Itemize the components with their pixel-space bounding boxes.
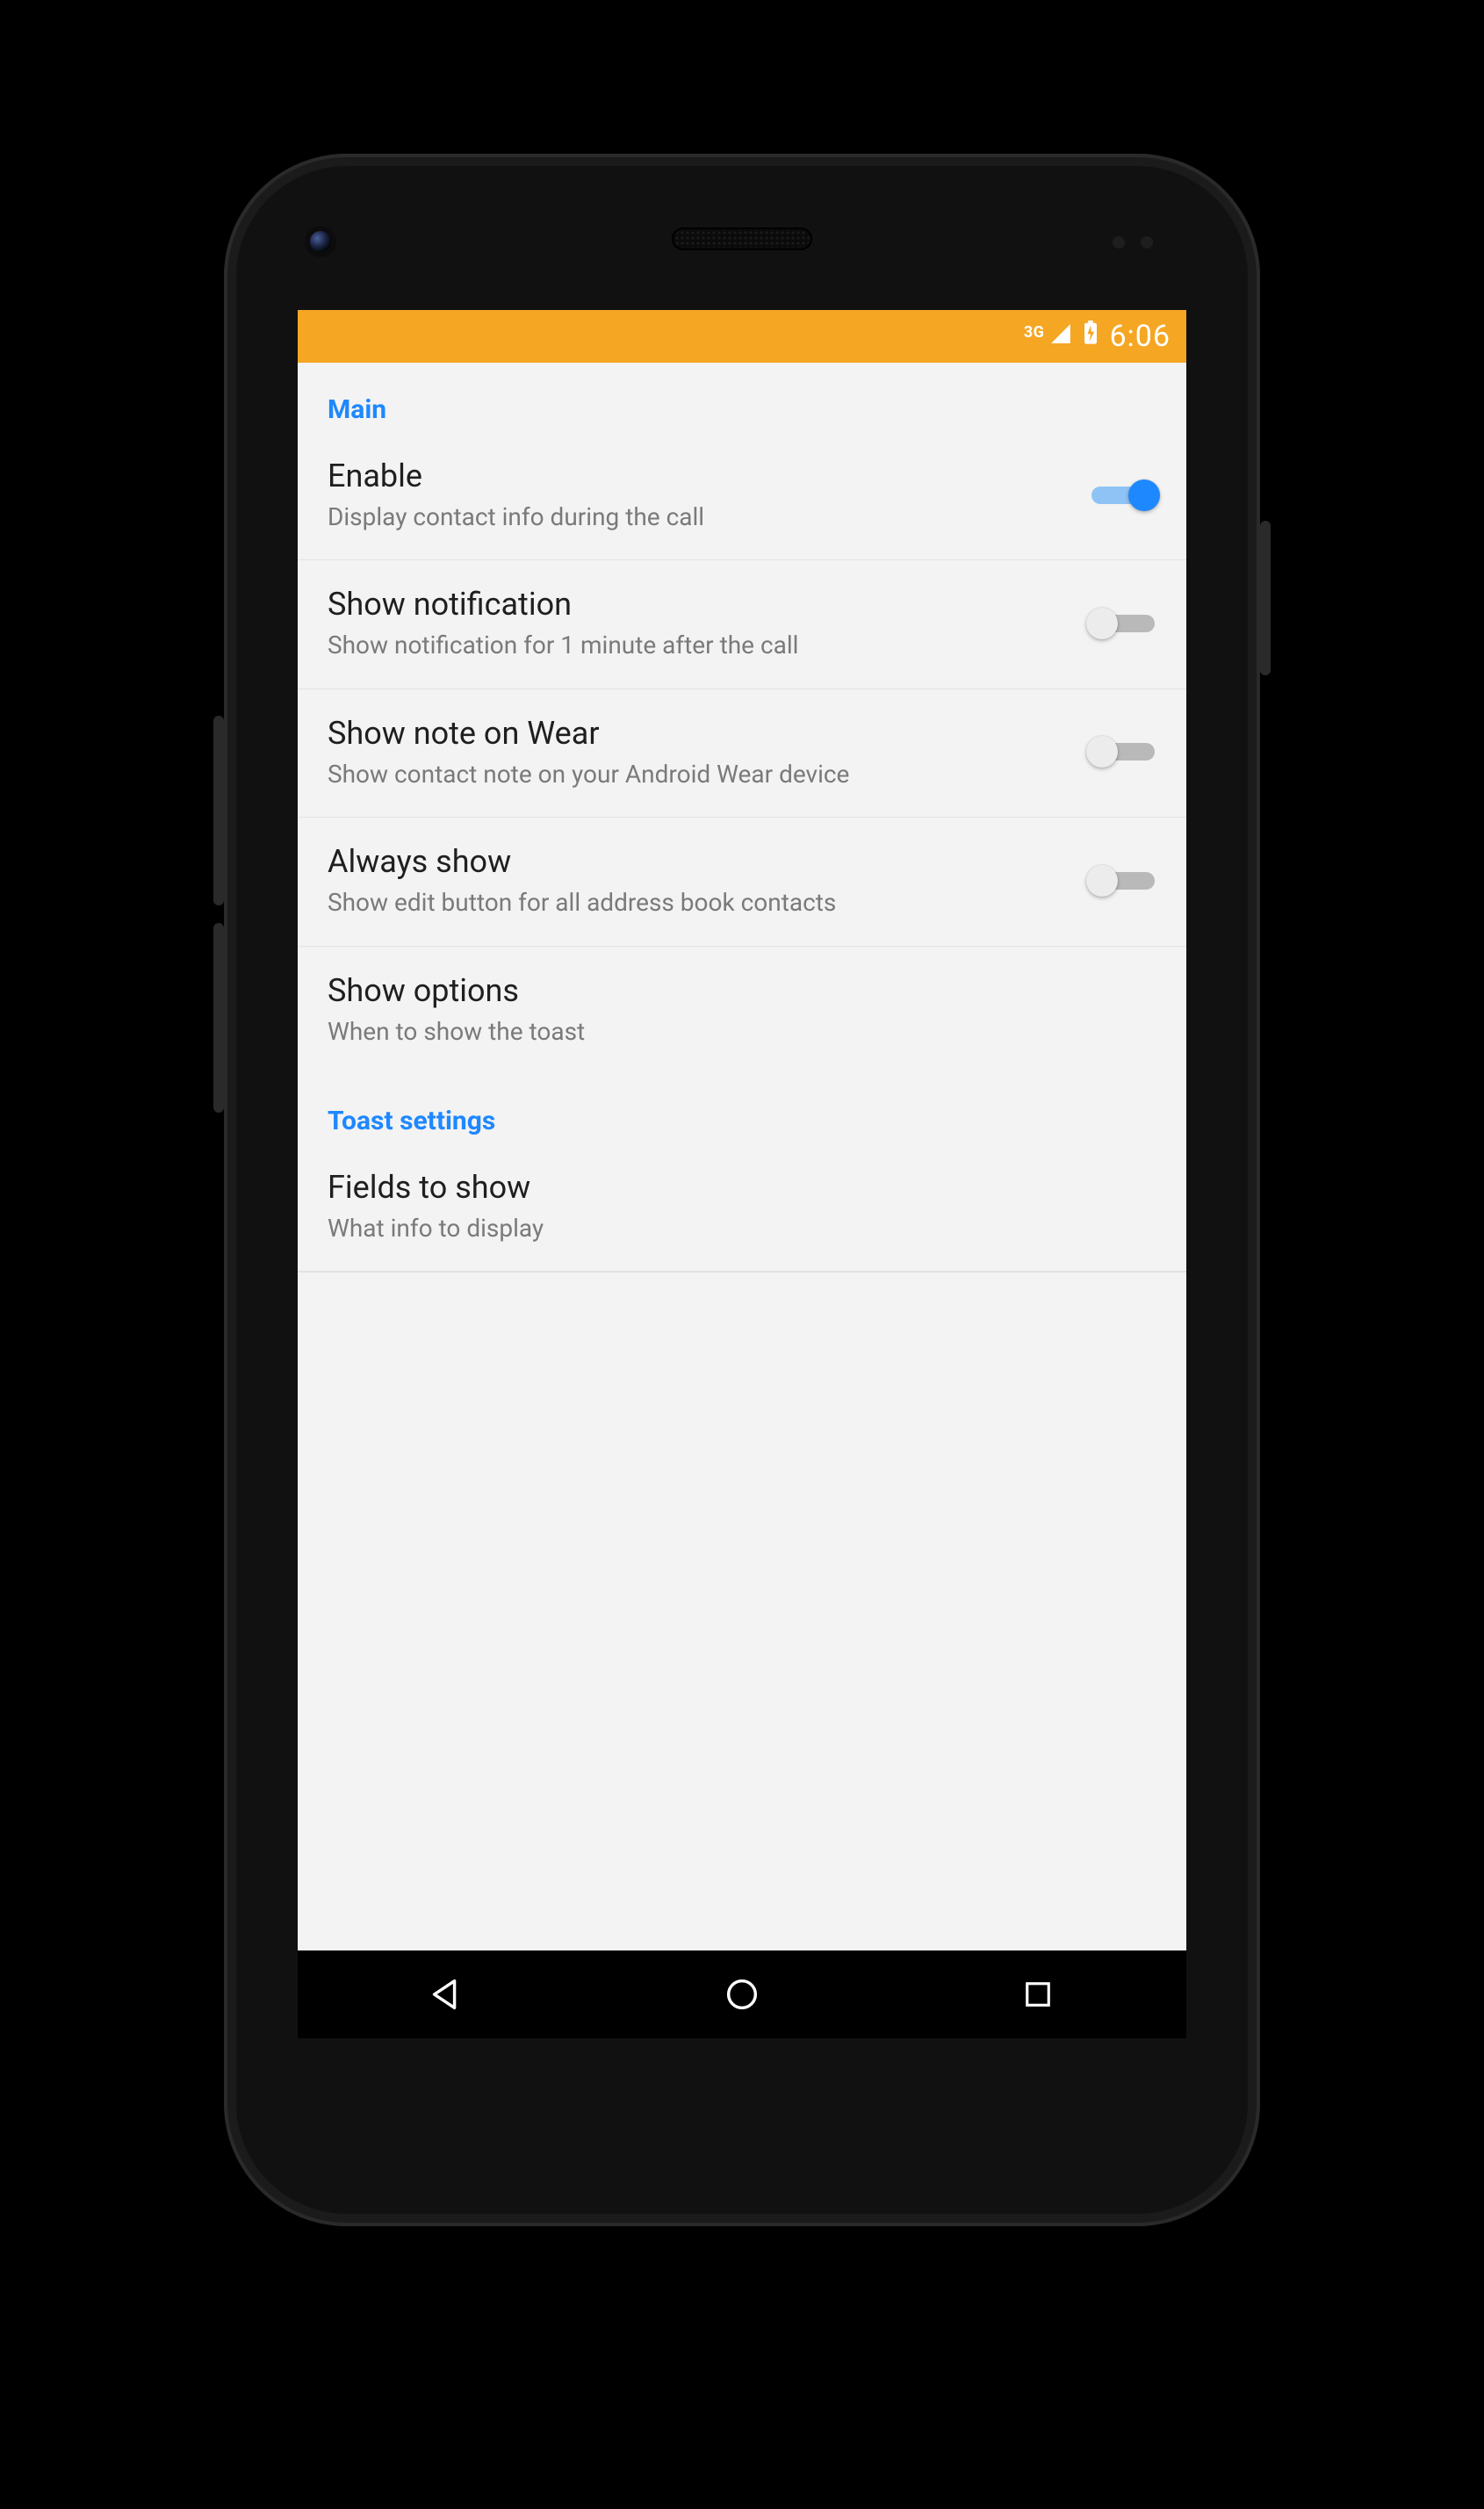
- home-circle-icon: [722, 1974, 762, 2015]
- setting-subtitle: When to show the toast: [328, 1016, 1142, 1048]
- toggle-show-notification[interactable]: [1086, 606, 1160, 641]
- setting-subtitle: Show notification for 1 minute after the…: [328, 630, 1069, 661]
- nav-back-button[interactable]: [393, 1968, 499, 2021]
- toggle-always-show[interactable]: [1086, 863, 1160, 898]
- section-header-main: Main: [298, 363, 1186, 432]
- toggle-show-note-wear[interactable]: [1086, 734, 1160, 769]
- setting-title: Show options: [328, 971, 1142, 1011]
- recent-square-icon: [1019, 1976, 1056, 2013]
- earpiece-speaker: [672, 227, 812, 250]
- divider: [298, 1272, 1186, 1273]
- nav-home-button[interactable]: [689, 1968, 795, 2021]
- setting-row-fields-to-show[interactable]: Fields to show What info to display: [298, 1143, 1186, 1272]
- setting-subtitle: Show edit button for all address book co…: [328, 887, 1069, 919]
- volume-up-button[interactable]: [213, 716, 224, 905]
- nav-recent-button[interactable]: [985, 1968, 1091, 2021]
- device-frame: 3G 6:06 Main: [224, 154, 1260, 2226]
- clock-label: 6:06: [1109, 319, 1171, 354]
- signal-icon: [1049, 321, 1072, 352]
- section-header-toast: Toast settings: [298, 1074, 1186, 1143]
- settings-list[interactable]: Main Enable Display contact info during …: [298, 363, 1186, 1273]
- setting-title: Show note on Wear: [328, 714, 1069, 753]
- setting-title: Show notification: [328, 585, 1069, 624]
- navigation-bar: [298, 1950, 1186, 2038]
- status-bar: 3G 6:06: [298, 310, 1186, 363]
- screen: 3G 6:06 Main: [298, 310, 1186, 2038]
- setting-subtitle: Display contact info during the call: [328, 501, 1069, 533]
- toggle-enable[interactable]: [1086, 478, 1160, 513]
- setting-row-show-options[interactable]: Show options When to show the toast: [298, 947, 1186, 1074]
- setting-row-show-note-wear[interactable]: Show note on Wear Show contact note on y…: [298, 689, 1186, 818]
- proximity-sensors: [1113, 236, 1153, 249]
- setting-title: Always show: [328, 842, 1069, 882]
- back-triangle-icon: [426, 1974, 466, 2015]
- device-bezel: 3G 6:06 Main: [236, 166, 1248, 2214]
- power-button[interactable]: [1260, 521, 1271, 675]
- front-camera: [310, 231, 331, 252]
- volume-down-button[interactable]: [213, 923, 224, 1113]
- setting-title: Fields to show: [328, 1168, 1142, 1208]
- setting-title: Enable: [328, 457, 1069, 496]
- setting-subtitle: What info to display: [328, 1213, 1142, 1244]
- setting-subtitle: Show contact note on your Android Wear d…: [328, 759, 1069, 790]
- setting-row-always-show[interactable]: Always show Show edit button for all add…: [298, 818, 1186, 946]
- setting-row-enable[interactable]: Enable Display contact info during the c…: [298, 432, 1186, 560]
- battery-charging-icon: [1083, 321, 1099, 352]
- network-type-label: 3G: [1024, 323, 1045, 342]
- setting-row-show-notification[interactable]: Show notification Show notification for …: [298, 560, 1186, 689]
- stage: 3G 6:06 Main: [0, 0, 1484, 2509]
